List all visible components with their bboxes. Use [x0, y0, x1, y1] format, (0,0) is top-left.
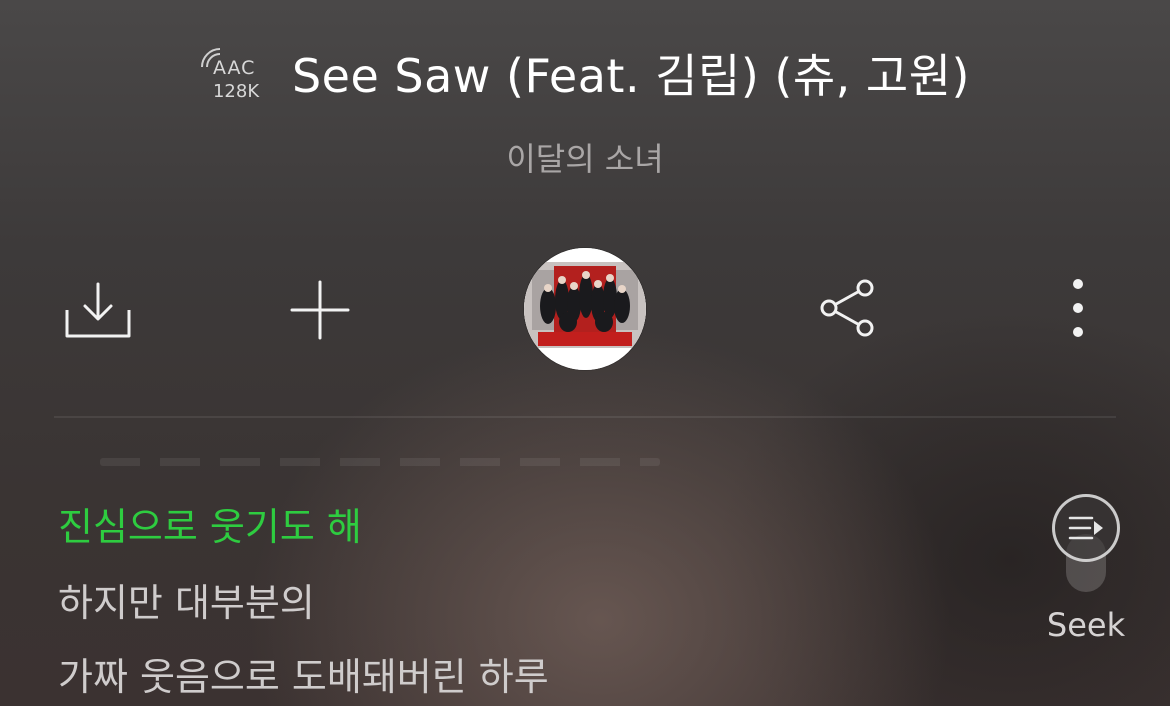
codec-format: AAC [212, 57, 256, 79]
lyric-next-line[interactable]: 하지만 대부분의 [58, 572, 315, 627]
action-bar [0, 248, 1170, 370]
lyric-next-line[interactable]: 가짜 웃음으로 도배돼버린 하루 [58, 646, 549, 701]
now-playing-screen: AAC 128K See Saw (Feat. 김립) (츄, 고원) 이달의 … [0, 0, 1170, 706]
lyric-current-line[interactable]: 진심으로 웃기도 해 [58, 496, 362, 551]
seek-button[interactable] [1052, 494, 1120, 562]
divider [54, 416, 1116, 418]
song-title[interactable]: See Saw (Feat. 김립) (츄, 고원) [292, 40, 970, 106]
title-row: AAC 128K See Saw (Feat. 김립) (츄, 고원) [0, 40, 1170, 106]
previous-lyric-faded [100, 458, 660, 466]
album-cover-image [524, 248, 646, 370]
more-vertical-icon [1073, 279, 1083, 337]
album-art[interactable] [524, 248, 646, 370]
download-icon [65, 282, 131, 338]
add-to-playlist-button[interactable] [284, 274, 356, 346]
codec-bitrate: 128K [212, 81, 260, 102]
codec-badge: AAC 128K [200, 45, 270, 102]
plus-icon [290, 280, 350, 340]
more-options-button[interactable] [1058, 276, 1098, 340]
lyric-seek-control[interactable]: Seek [1040, 494, 1132, 654]
share-icon [820, 279, 874, 337]
seek-label: Seek [1046, 606, 1126, 644]
download-button[interactable] [58, 274, 138, 346]
lyrics-seek-icon [1068, 516, 1103, 540]
share-button[interactable] [812, 276, 882, 340]
artist-name[interactable]: 이달의 소녀 [0, 134, 1170, 180]
